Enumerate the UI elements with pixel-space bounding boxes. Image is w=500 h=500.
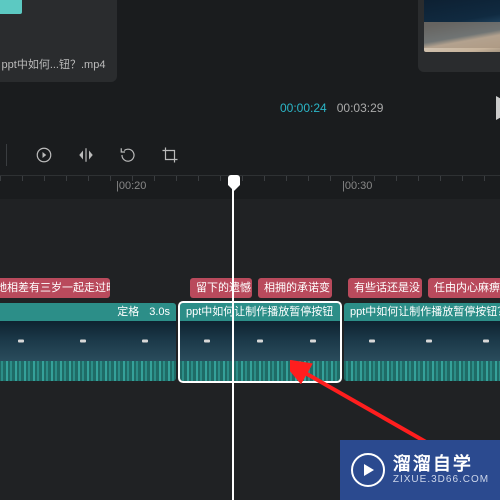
current-time: 00:00:24 — [280, 101, 327, 115]
playhead-grip[interactable] — [228, 175, 240, 185]
crop-button[interactable] — [161, 146, 179, 164]
subtitle-clip[interactable]: 任由内心麻痹 — [428, 278, 500, 298]
watermark-text-en: ZIXUE.3D66.COM — [393, 474, 489, 485]
subtitle-clip[interactable]: 相拥的承诺变 — [258, 278, 332, 298]
clip-waveform — [0, 361, 176, 381]
speed-button[interactable] — [35, 146, 53, 164]
crop-icon — [161, 146, 179, 164]
media-card[interactable]: ppt中如何...钮？.mp4 — [0, 0, 117, 82]
play-button[interactable] — [496, 101, 500, 115]
subtitle-clip[interactable]: 她相差有三岁一起走过时 — [0, 278, 110, 298]
ruler-label: |00:20 — [116, 180, 146, 192]
rotate-button[interactable] — [119, 146, 137, 164]
ruler-label: |00:30 — [342, 180, 372, 192]
subtitle-clip[interactable]: 留下的遗憾自 — [190, 278, 252, 298]
play-icon — [496, 96, 500, 120]
clip-label: 定格3.0s — [0, 303, 176, 321]
watermark-icon — [351, 453, 385, 487]
transport-bar: 00:00:24 00:03:29 — [270, 96, 500, 120]
mirror-button[interactable] — [77, 146, 95, 164]
video-preview[interactable]: 留下的遗憾 然后我们再 — [424, 0, 500, 52]
clip-waveform — [344, 361, 500, 381]
total-duration: 00:03:29 — [337, 101, 384, 115]
media-filename: ppt中如何...钮？.mp4 — [0, 46, 117, 82]
subtitle-track: 她相差有三岁一起走过时 留下的遗憾自相拥的承诺变有些话还是没任由内心麻痹 — [0, 277, 500, 299]
preview-panel: 留下的遗憾 然后我们再 — [418, 0, 500, 72]
video-clip[interactable]: 定格3.0s — [0, 303, 176, 381]
clip-thumbnail — [0, 321, 176, 361]
thumbnail-swatch — [0, 0, 22, 14]
clip-waveform — [180, 361, 340, 381]
toolbar-separator — [6, 144, 7, 166]
preview-subtitle: 然后我们再 — [424, 22, 500, 48]
watermark-text-cn: 溜溜自学 — [393, 455, 489, 475]
video-clip[interactable]: ppt中如何让制作播放暂停按钮 — [180, 303, 340, 381]
timeline-ruler[interactable]: |00:20 |00:30 — [0, 175, 500, 199]
mirror-icon — [77, 146, 95, 164]
video-track: 定格3.0sppt中如何让制作播放暂停按钮ppt中如何让制作播放暂停按钮？.mp… — [0, 303, 500, 383]
subtitle-clip[interactable]: 有些话还是没 — [348, 278, 422, 298]
video-clip[interactable]: ppt中如何让制作播放暂停按钮？.mp4 — [344, 303, 500, 381]
preview-topline: 留下的遗憾 — [424, 0, 500, 1]
clip-thumbnail — [180, 321, 340, 361]
media-thumbnail — [0, 0, 117, 46]
clip-thumbnail — [344, 321, 500, 361]
clip-label: ppt中如何让制作播放暂停按钮 — [180, 303, 340, 321]
watermark-logo: 溜溜自学 ZIXUE.3D66.COM — [340, 440, 500, 500]
rotate-icon — [119, 146, 137, 164]
speed-icon — [35, 146, 53, 164]
clip-label: ppt中如何让制作播放暂停按钮？.mp4 — [344, 303, 500, 321]
timeline-toolbar — [0, 140, 500, 170]
